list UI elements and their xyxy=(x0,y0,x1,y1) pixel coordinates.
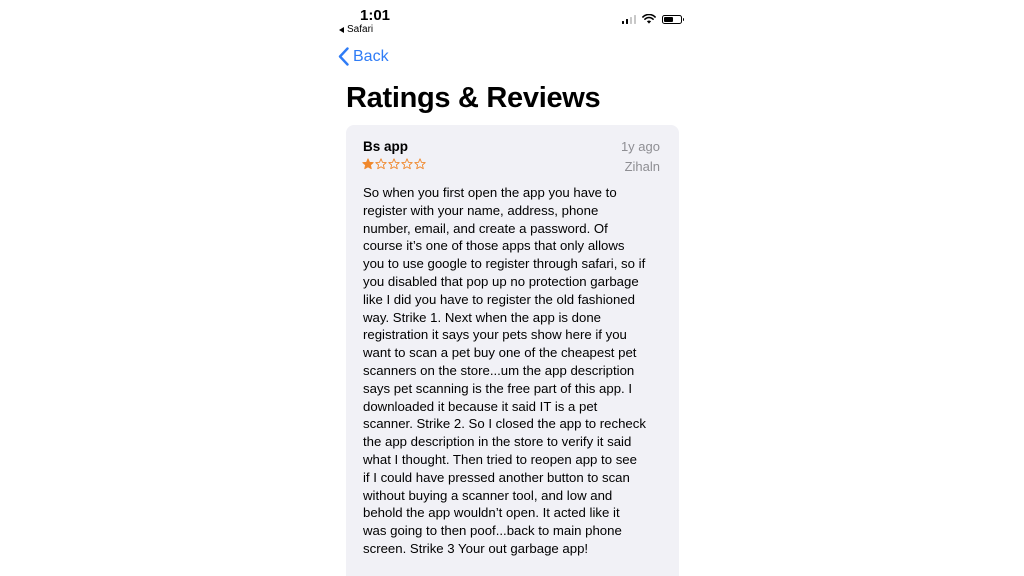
star-empty-icon xyxy=(375,158,387,170)
review-body-line: you to use google to register through sa… xyxy=(363,256,646,272)
chevron-left-icon xyxy=(338,47,349,66)
page-title: Ratings & Reviews xyxy=(346,82,601,114)
review-body: So when you first open the app you have … xyxy=(363,184,665,558)
review-body-line: what I thought. Then tried to reopen app… xyxy=(363,451,637,467)
star-filled-icon xyxy=(362,158,374,170)
star-empty-icon xyxy=(414,158,426,170)
phone-screen: 1:01 Safari Back Ratings & Reviews Bs ap… xyxy=(332,0,692,576)
review-body-line: you disabled that pop up no protection g… xyxy=(363,273,639,289)
cellular-signal-icon xyxy=(621,14,636,24)
review-body-line: registration it says your pets show here… xyxy=(363,327,627,343)
back-to-app-label: Safari xyxy=(347,24,374,35)
review-body-line: So when you first open the app you have … xyxy=(363,185,617,200)
back-button-label: Back xyxy=(353,47,389,65)
review-body-line: scanner. Strike 2. So I closed the app t… xyxy=(363,416,646,432)
status-time: 1:01 xyxy=(360,7,391,24)
star-rating xyxy=(362,158,426,170)
review-date: 1y ago xyxy=(620,139,660,154)
review-body-line: downloaded it because it said IT is a pe… xyxy=(363,398,598,414)
back-button[interactable]: Back xyxy=(338,47,389,66)
review-body-line: without buying a scanner tool, and low a… xyxy=(363,487,613,503)
review-body-line: if I could have pressed another button t… xyxy=(363,469,630,485)
review-title: Bs app xyxy=(363,139,409,154)
review-body-line: course it’s one of those apps that only … xyxy=(363,238,625,254)
status-icons xyxy=(621,14,684,24)
back-to-app-caret-icon xyxy=(339,26,344,33)
battery-icon xyxy=(662,14,684,24)
back-to-app-link[interactable]: Safari xyxy=(339,24,373,35)
wifi-icon xyxy=(642,14,656,24)
review-body-line: way. Strike 1. Next when the app is done xyxy=(363,309,601,325)
review-card[interactable]: Bs app 1y ago Zihaln So when you first o… xyxy=(346,125,679,576)
review-body-line: want to scan a pet buy one of the cheape… xyxy=(363,345,637,361)
review-body-line: the app description in the store to veri… xyxy=(363,434,632,450)
star-empty-icon xyxy=(388,158,400,170)
star-empty-icon xyxy=(401,158,413,170)
review-body-line: scanners on the store...um the app descr… xyxy=(363,362,635,378)
review-body-line: behold the app wouldn’t open. It acted l… xyxy=(363,505,620,521)
review-author: Zihaln xyxy=(624,159,660,174)
review-body-line: says pet scanning is the free part of th… xyxy=(363,380,633,396)
review-body-line: register with your name, address, phone xyxy=(363,202,599,218)
review-body-line: number, email, and create a password. Of xyxy=(363,220,608,236)
review-body-line: was going to then poof...back to main ph… xyxy=(363,523,622,539)
review-body-line: screen. Strike 3 Your out garbage app! xyxy=(363,540,589,556)
review-body-line: like I did you have to register the old … xyxy=(363,291,635,307)
